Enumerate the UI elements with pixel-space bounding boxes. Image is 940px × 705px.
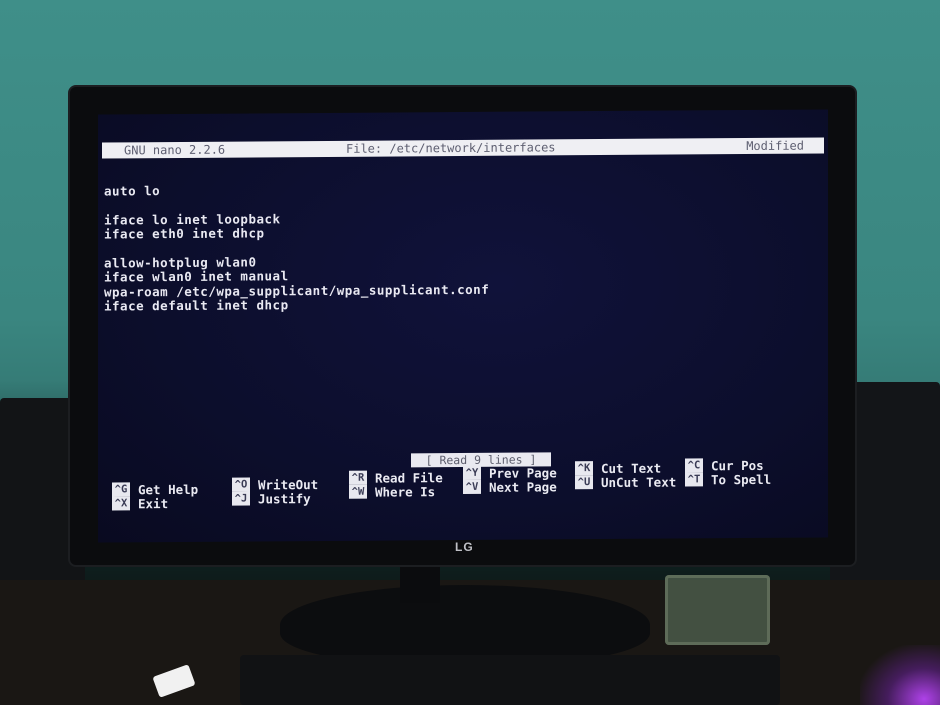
shortcut-exit[interactable]: ^X Exit	[112, 495, 169, 511]
modified-indicator: Modified	[746, 138, 804, 154]
shortcut-label: Exit	[138, 495, 169, 511]
shortcut-read-file[interactable]: ^R Read File	[349, 470, 443, 485]
shortcut-uncut-text[interactable]: ^U UnCut Text	[575, 474, 677, 490]
keyboard	[240, 655, 780, 705]
key-badge: ^T	[685, 472, 703, 487]
key-badge: ^X	[112, 496, 130, 511]
shortcut-cut-text[interactable]: ^K Cut Text	[575, 460, 661, 476]
lg-logo: LG	[455, 540, 474, 554]
shortcut-prev-page[interactable]: ^Y Prev Page	[463, 465, 557, 480]
key-badge: ^G	[112, 482, 130, 497]
shortcut-justify[interactable]: ^J Justify	[232, 491, 311, 506]
editor-line[interactable]: wpa-roam /etc/wpa_supplicant/wpa_supplic…	[104, 282, 489, 300]
purple-glow	[860, 645, 940, 705]
key-badge: ^Y	[463, 465, 481, 480]
editor-line[interactable]: iface default inet dhcp	[104, 297, 489, 314]
shortcut-label: Get Help	[138, 481, 199, 497]
shortcut-writeout[interactable]: ^O WriteOut	[232, 477, 318, 492]
editor-content[interactable]: auto lo iface lo inet loopback iface eth…	[104, 182, 489, 314]
shortcut-cur-pos[interactable]: ^C Cur Pos	[685, 457, 764, 473]
raspberry-pi-board	[665, 575, 770, 645]
key-badge: ^W	[349, 484, 367, 499]
shortcut-label: To Spell	[711, 471, 772, 487]
key-badge: ^K	[575, 461, 593, 476]
key-badge: ^O	[232, 477, 250, 492]
shortcut-next-page[interactable]: ^V Next Page	[463, 479, 557, 494]
shortcut-label: Justify	[258, 490, 311, 506]
key-badge: ^R	[349, 470, 367, 485]
file-name: File: /etc/network/interfaces	[346, 140, 556, 156]
key-badge: ^U	[575, 475, 593, 490]
key-badge: ^C	[685, 458, 703, 473]
shortcut-where-is[interactable]: ^W Where Is	[349, 484, 435, 499]
key-badge: ^J	[232, 491, 250, 506]
shortcut-label: Next Page	[489, 478, 557, 495]
shortcut-label: UnCut Text	[601, 474, 677, 490]
shortcut-get-help[interactable]: ^G Get Help	[112, 481, 199, 497]
nano-title-bar: GNU nano 2.2.6 File: /etc/network/interf…	[102, 137, 824, 159]
terminal-screen[interactable]: GNU nano 2.2.6 File: /etc/network/interf…	[98, 109, 828, 543]
key-badge: ^V	[463, 479, 481, 494]
monitor-stand-base	[280, 585, 650, 665]
shortcut-label: Where Is	[375, 483, 436, 500]
nano-version: GNU nano 2.2.6	[124, 142, 226, 158]
monitor-stand-neck	[400, 563, 440, 603]
shortcut-to-spell[interactable]: ^T To Spell	[685, 471, 772, 487]
